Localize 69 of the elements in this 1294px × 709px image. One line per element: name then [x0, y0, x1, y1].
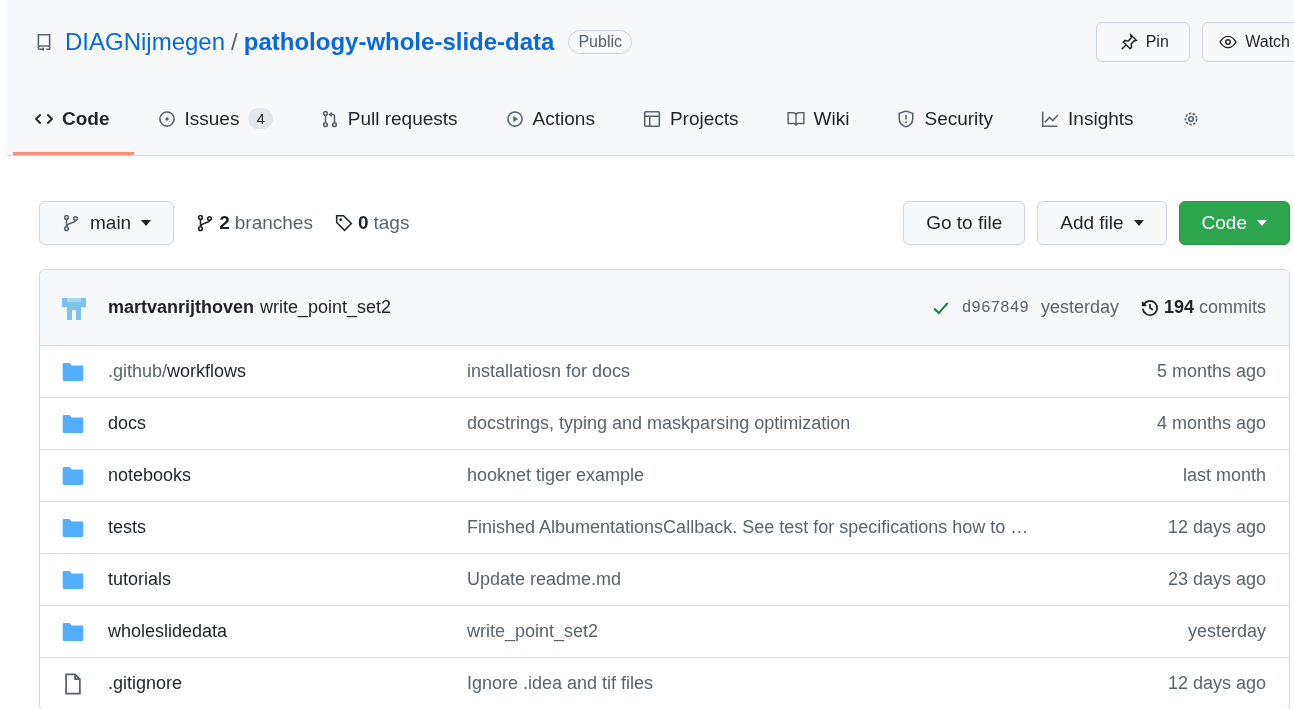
folder-icon: [62, 412, 84, 435]
branch-icon: [196, 214, 215, 232]
issue-icon: [157, 109, 176, 128]
path-separator: /: [231, 28, 238, 56]
commit-message-link[interactable]: write_point_set2: [467, 621, 1164, 642]
watch-button[interactable]: Watch: [1202, 22, 1294, 62]
graph-icon: [1041, 109, 1060, 128]
table-icon: [642, 109, 661, 128]
caret-icon: [1257, 220, 1267, 226]
folder-icon: [62, 516, 84, 539]
commit-age: yesterday: [1186, 621, 1266, 642]
branch-select-button[interactable]: main: [39, 201, 175, 245]
caret-icon: [141, 220, 152, 226]
commit-age: 12 days ago: [1166, 673, 1266, 694]
nav-tab[interactable]: Code: [13, 85, 134, 155]
branches-link[interactable]: 2 branches: [196, 212, 313, 234]
commit-author-link[interactable]: martvanrijthoven: [108, 297, 255, 318]
commit-age: 23 days ago: [1166, 569, 1266, 590]
commit-sha-link[interactable]: d967849: [961, 298, 1029, 317]
file-name-link[interactable]: docs: [108, 413, 445, 434]
commit-message-link[interactable]: installatiosn for docs: [467, 361, 1133, 382]
file-name-link[interactable]: tests: [108, 517, 445, 538]
commit-time: yesterday: [1040, 297, 1119, 318]
folder-icon: [62, 620, 84, 643]
commit-age: 4 months ago: [1155, 413, 1266, 434]
caret-icon: [1133, 220, 1144, 226]
file-name-link[interactable]: wholeslidedata: [108, 621, 445, 642]
commit-age: 12 days ago: [1166, 517, 1266, 538]
pin-icon: [1119, 33, 1138, 51]
issue-counter: 4: [248, 108, 273, 129]
owner-link[interactable]: DIAGNijmegen: [65, 28, 226, 56]
nav-tab[interactable]: Projects: [618, 85, 763, 155]
commit-message-link[interactable]: hooknet tiger example: [467, 465, 1159, 486]
nav-tab[interactable]: Security: [873, 85, 1018, 155]
commits-link[interactable]: 194 commits: [1140, 297, 1266, 318]
commit-message-link[interactable]: Finished AlbumentationsCallback. See test for specifications how to …: [467, 517, 1144, 538]
folder-icon: [62, 568, 84, 591]
nav-tab[interactable]: Wiki: [762, 85, 874, 155]
nav-tab[interactable]: Pull requests: [296, 85, 482, 155]
toolbar-button[interactable]: Add file: [1037, 201, 1167, 245]
book-icon: [786, 109, 805, 128]
commit-message-link[interactable]: Update readme.md: [467, 569, 1144, 590]
file-name-link[interactable]: tutorials: [108, 569, 445, 590]
branch-icon: [62, 214, 80, 232]
tags-link[interactable]: 0 tags: [334, 212, 410, 234]
shield-icon: [897, 109, 916, 128]
file-name-link[interactable]: notebooks: [108, 465, 445, 486]
pin-button[interactable]: Pin: [1096, 22, 1191, 62]
folder-icon: [62, 464, 84, 487]
toolbar-button[interactable]: Go to file: [903, 201, 1026, 245]
commit-message-link[interactable]: Ignore .idea and tif files: [467, 673, 1144, 694]
nav-tab[interactable]: Insights: [1017, 85, 1158, 155]
eye-icon: [1219, 33, 1238, 51]
commit-message-link[interactable]: write_point_set2: [260, 297, 392, 318]
commit-age: last month: [1181, 465, 1266, 486]
tag-icon: [334, 214, 353, 232]
repository-icon: [35, 33, 53, 51]
repository-name-link[interactable]: pathology-whole-slide-data: [243, 28, 555, 56]
history-icon: [1140, 298, 1159, 317]
pull-request-icon: [320, 109, 339, 128]
commit-age: 5 months ago: [1155, 361, 1266, 382]
file-name-link[interactable]: .github/workflows: [108, 361, 445, 382]
folder-icon: [62, 360, 84, 383]
file-name-link[interactable]: .gitignore: [108, 673, 445, 694]
file-icon: [62, 672, 84, 695]
commit-message-link[interactable]: docstrings, typing and maskparsing optimization: [467, 413, 1133, 434]
nav-tab[interactable]: Issues 4: [133, 85, 297, 155]
play-icon: [505, 109, 524, 128]
nav-tab[interactable]: Actions: [481, 85, 619, 155]
